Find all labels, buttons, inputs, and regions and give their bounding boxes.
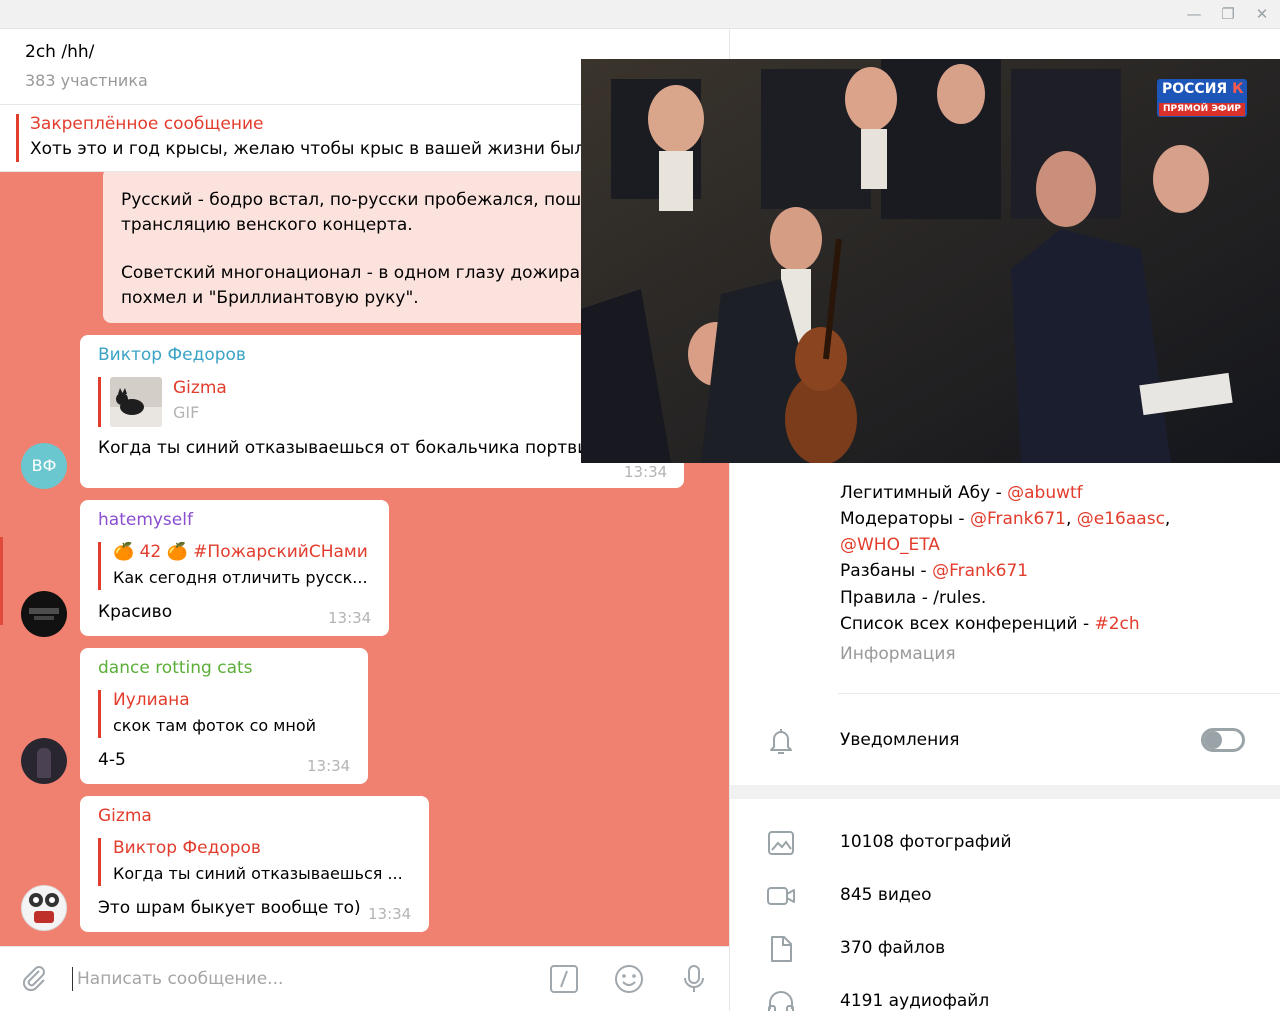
message-time: 13:34 (624, 463, 668, 481)
info-mods-label: Модераторы - (840, 509, 970, 529)
info-mods-link[interactable]: @e16aasc (1077, 509, 1165, 529)
pinned-text: Хоть это и год крысы, желаю чтобы крыс в… (30, 139, 596, 159)
pinned-accent-bar (16, 114, 19, 162)
message-text: 4-5 (98, 750, 126, 770)
message-text: Это шрам быкует вообще то) (98, 898, 361, 918)
info-admin-link[interactable]: @abuwtf (1007, 483, 1083, 503)
info-admin: Легитимный Абу - @abuwtf (840, 483, 1083, 503)
info-mods-link[interactable]: @WHO_ETA (840, 535, 940, 555)
minimize-icon[interactable]: — (1182, 4, 1206, 24)
message-bubble[interactable]: Gizma Виктор Федоров Когда ты синий отка… (80, 796, 429, 932)
message-input[interactable] (72, 967, 512, 991)
photo-icon (766, 828, 796, 858)
notifications-toggle[interactable] (1201, 728, 1245, 752)
reply-author: Виктор Федоров (113, 838, 261, 858)
gizma-avatar-icon (29, 893, 59, 923)
avatar-caption (34, 616, 54, 620)
avatar[interactable] (21, 885, 67, 931)
restore-icon[interactable]: ❐ (1216, 4, 1240, 24)
reply-author: 🍊 42 🍊 #ПожарскийСНами (113, 542, 368, 562)
message-bubble[interactable]: dance rotting cats Иулиана скок там фото… (80, 648, 368, 784)
member-count: 383 участника (25, 71, 148, 90)
info-conference-list: Список всех конференций - #2ch (840, 614, 1140, 634)
message-time: 13:34 (307, 757, 351, 775)
chat-title: 2ch /hh/ (25, 42, 95, 62)
close-icon[interactable]: ✕ (1250, 4, 1274, 24)
attach-icon[interactable] (17, 963, 51, 997)
live-label: ПРЯМОЙ ЭФИР (1159, 103, 1245, 116)
info-mods-link[interactable]: @Frank671 (970, 509, 1066, 529)
cat-thumbnail-icon (110, 377, 162, 427)
bell-icon (766, 726, 796, 756)
info-mods: Модераторы - @Frank671, @e16aasc, (840, 509, 1170, 529)
file-icon (766, 934, 796, 964)
message-time: 13:34 (368, 905, 412, 923)
info-list-link[interactable]: #2ch (1095, 614, 1140, 634)
avatar[interactable] (21, 591, 67, 637)
message-text-line: похмел и "Бриллиантовую руку". (121, 288, 419, 308)
info-unban: Разбаны - @Frank671 (840, 561, 1028, 581)
section-divider (730, 785, 1280, 799)
reply-accent-bar (98, 542, 101, 590)
avatar[interactable]: ВФ (21, 443, 67, 489)
message-time: 13:34 (328, 609, 372, 627)
media-files[interactable]: 370 файлов (840, 938, 945, 958)
info-mods-continued: @WHO_ETA (840, 535, 940, 555)
reply-text: Когда ты синий отказываешься ... (113, 864, 403, 883)
message-composer (0, 946, 729, 1011)
video-frame (581, 59, 1280, 463)
info-rules: Правила - /rules. (840, 588, 987, 608)
microphone-icon[interactable] (677, 963, 711, 997)
sender-name[interactable]: Gizma (98, 806, 152, 826)
info-list-label: Список всех конференций - (840, 614, 1095, 634)
channel-badge: РОССИЯ К ПРЯМОЙ ЭФИР (1157, 79, 1247, 117)
unread-marker (0, 537, 3, 625)
info-unban-link[interactable]: @Frank671 (932, 561, 1028, 581)
message-text-line: Советский многонационал - в одном глазу … (121, 263, 601, 283)
reply-accent-bar (98, 690, 101, 738)
pinned-title: Закреплённое сообщение (30, 114, 264, 134)
reply-author: Иулиана (113, 690, 190, 710)
message-text: Когда ты синий отказываешься от бокальчи… (98, 438, 604, 458)
media-videos[interactable]: 845 видео (840, 885, 932, 905)
sender-name[interactable]: hatemyself (98, 510, 193, 530)
reply-text: скок там фоток со мной (113, 716, 316, 735)
info-mods-separator: , (1164, 509, 1171, 529)
toggle-knob (1204, 731, 1222, 749)
video-icon (766, 881, 796, 911)
info-admin-label: Легитимный Абу - (840, 483, 1008, 503)
channel-name: РОССИЯ К (1162, 81, 1244, 97)
gif-title: Gizma (173, 378, 227, 398)
media-audio[interactable]: 4191 аудиофайл (840, 991, 989, 1011)
info-unban-label: Разбаны - (840, 561, 933, 581)
headphones-icon (766, 987, 796, 1011)
media-photos[interactable]: 10108 фотографий (840, 832, 1012, 852)
emoji-icon[interactable] (612, 963, 646, 997)
info-mods-separator: , (1065, 509, 1077, 529)
video-player[interactable]: РОССИЯ К ПРЯМОЙ ЭФИР (581, 59, 1280, 463)
divider (838, 693, 1280, 694)
reply-text: Как сегодня отличить русск... (113, 568, 368, 587)
avatar-caption (29, 608, 59, 614)
avatar[interactable] (21, 738, 67, 784)
message-text: Красиво (98, 602, 173, 622)
window-title-bar: — ❐ ✕ (0, 0, 1280, 29)
sender-name[interactable]: Виктор Федоров (98, 345, 246, 365)
gif-type-label: GIF (173, 403, 200, 422)
notifications-label: Уведомления (840, 730, 960, 750)
message-text-line: трансляцию венского концерта. (121, 215, 413, 235)
message-text-line: Русский - бодро встал, по-русски пробежа… (121, 190, 603, 210)
gif-thumbnail[interactable] (110, 377, 162, 427)
reply-accent-bar (98, 838, 101, 886)
avatar-figure (37, 748, 51, 778)
message-bubble[interactable]: hatemyself 🍊 42 🍊 #ПожарскийСНами Как се… (80, 500, 389, 636)
reply-accent-bar (98, 377, 101, 427)
sender-name[interactable]: dance rotting cats (98, 658, 253, 678)
commands-icon[interactable] (547, 963, 581, 997)
info-caption: Информация (840, 644, 956, 664)
